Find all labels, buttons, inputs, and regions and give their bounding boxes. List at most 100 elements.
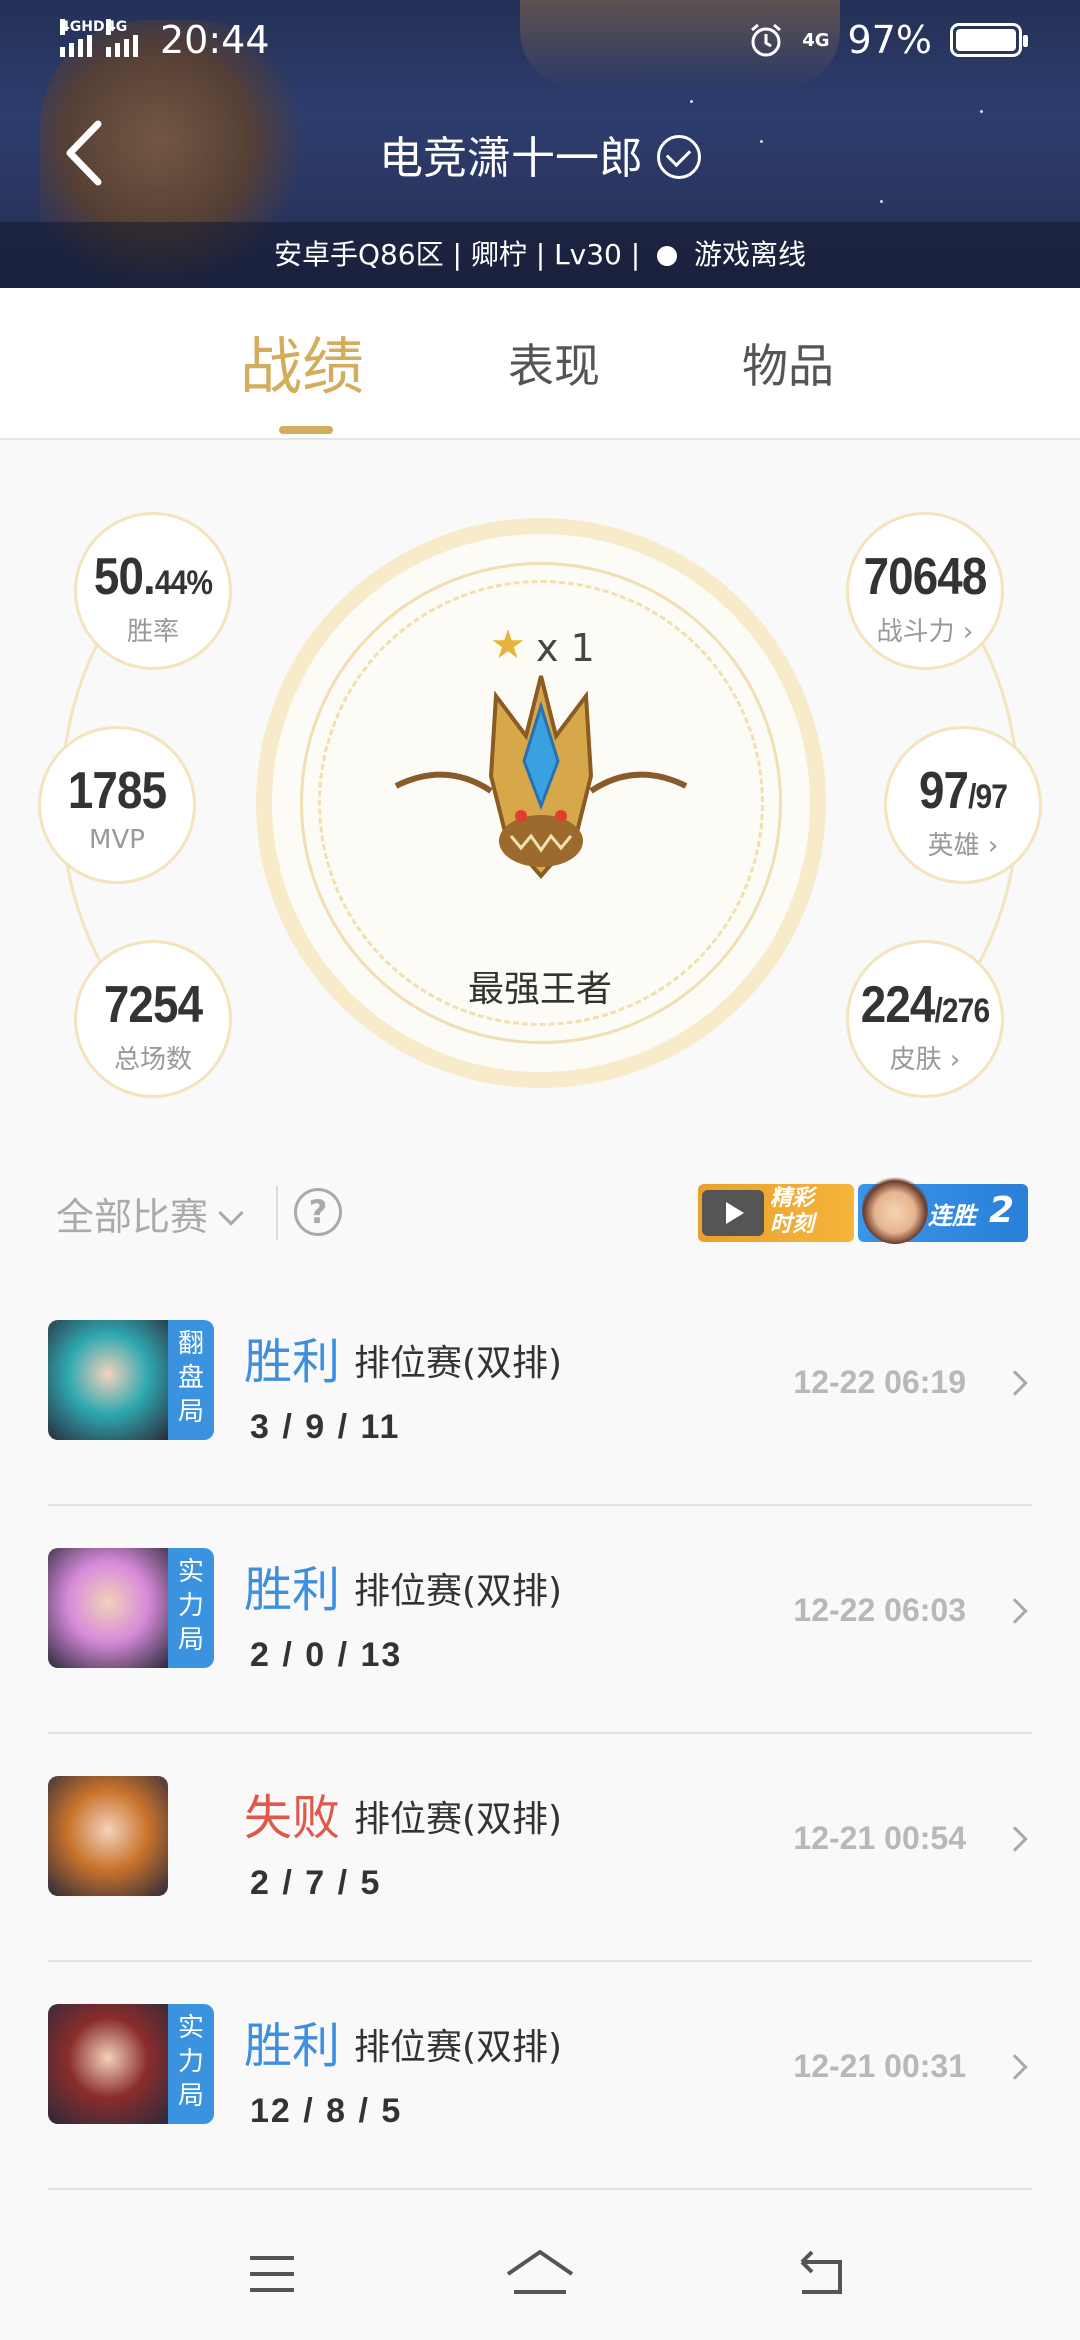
network-type-label: 4G bbox=[802, 29, 830, 51]
total-games-label: 总场数 bbox=[113, 1045, 192, 1075]
highlight-moments-button[interactable]: 精彩 时刻 bbox=[698, 1184, 854, 1242]
heroes-total: /97 bbox=[968, 778, 1008, 816]
skins-value: 224 bbox=[860, 976, 936, 1034]
match-result: 失败 bbox=[244, 1790, 341, 1846]
tab-indicator bbox=[279, 426, 333, 434]
match-tag-char: 局 bbox=[177, 1397, 204, 1427]
highlight-line1: 精彩 bbox=[770, 1186, 815, 1211]
king-rank-emblem-icon bbox=[394, 675, 688, 880]
match-tag-char: 实 bbox=[177, 2013, 204, 2043]
network-type-label: 4GHD bbox=[60, 19, 105, 35]
match-time: 12-21 00:31 bbox=[793, 2048, 966, 2084]
chevron-right-icon bbox=[1002, 1826, 1028, 1852]
match-row[interactable]: 失败 排位赛(双排) 2 / 7 / 5 12-21 00:54 bbox=[48, 1734, 1032, 1962]
total-games-value: 7254 bbox=[103, 976, 203, 1034]
chevron-right-icon bbox=[1002, 2054, 1028, 2080]
online-status: 游戏离线 bbox=[694, 238, 807, 271]
chevron-down-icon bbox=[218, 1200, 244, 1226]
match-mode: 排位赛(双排) bbox=[354, 1343, 563, 1384]
streak-count: 2 bbox=[988, 1190, 1014, 1231]
signal-icon: 4GHD bbox=[60, 19, 105, 57]
win-streak-badge[interactable]: 连胜 2 bbox=[858, 1174, 1028, 1244]
hero-portrait bbox=[48, 1776, 168, 1896]
tab-items[interactable]: 物品 bbox=[742, 330, 834, 396]
alarm-icon bbox=[751, 23, 782, 57]
player-name: 电竞潇十一郎 bbox=[379, 133, 643, 184]
streak-label: 连胜 bbox=[928, 1202, 976, 1230]
match-kda: 2 / 0 / 13 bbox=[250, 1636, 403, 1674]
hero-avatar bbox=[48, 1776, 168, 1896]
hero-avatar: 翻盘局 bbox=[48, 1320, 214, 1440]
match-row[interactable]: 实力局胜利 排位赛(双排) 2 / 0 / 13 12-22 06:03 bbox=[48, 1506, 1032, 1734]
match-tag-char: 实 bbox=[177, 1557, 204, 1587]
match-result: 胜利 bbox=[244, 1562, 341, 1618]
home-icon[interactable] bbox=[504, 2244, 576, 2304]
stat-win-rate: 50.44% 胜率 bbox=[74, 512, 232, 670]
match-tag: 实力局 bbox=[168, 2004, 214, 2124]
stat-heroes[interactable]: 97/97 英雄 › bbox=[884, 726, 1042, 884]
match-row[interactable]: 翻盘局胜利 排位赛(双排) 3 / 9 / 11 12-22 06:19 bbox=[48, 1278, 1032, 1506]
video-camera-icon bbox=[702, 1190, 764, 1236]
power-value: 70648 bbox=[863, 548, 988, 606]
page-title: 电竞潇十一郎 bbox=[0, 122, 1080, 186]
hero-portrait bbox=[48, 1548, 168, 1668]
rank-stars: x 1 bbox=[536, 626, 595, 670]
star-dot bbox=[880, 200, 883, 203]
skins-label: 皮肤 bbox=[889, 1045, 942, 1075]
network-type-label: 4G bbox=[106, 19, 128, 35]
match-result: 胜利 bbox=[244, 2018, 341, 2074]
signal-icon: 4G bbox=[106, 19, 138, 57]
mvp-label: MVP bbox=[89, 825, 145, 855]
match-tag: 翻盘局 bbox=[168, 1320, 214, 1440]
stat-power[interactable]: 70648 战斗力 › bbox=[846, 512, 1004, 670]
match-tag-char: 盘 bbox=[177, 1363, 204, 1393]
match-filter-row: 全部比赛 ? 精彩 时刻 连胜 2 bbox=[0, 1174, 1080, 1250]
stat-total-games: 7254 总场数 bbox=[74, 940, 232, 1098]
player-server-info: 安卓手Q86区 | 卿柠 | Lv30 | bbox=[273, 238, 641, 271]
win-rate-label: 胜率 bbox=[126, 617, 179, 647]
star-dot bbox=[980, 110, 983, 113]
tab-record[interactable]: 战绩 bbox=[240, 316, 364, 406]
stat-skins[interactable]: 224/276 皮肤 › bbox=[846, 940, 1004, 1098]
menu-icon[interactable] bbox=[242, 2244, 302, 2304]
match-tag-char: 局 bbox=[177, 1625, 204, 1655]
match-tag-char: 力 bbox=[177, 2047, 204, 2077]
highlight-line2: 时刻 bbox=[770, 1212, 815, 1237]
hero-portrait bbox=[48, 2004, 168, 2124]
battery-percent: 97% bbox=[847, 18, 932, 62]
match-type-label: 全部比赛 bbox=[56, 1195, 209, 1239]
chevron-right-icon bbox=[1002, 1370, 1028, 1396]
match-tag: 实力局 bbox=[168, 1548, 214, 1668]
match-time: 12-22 06:03 bbox=[793, 1592, 966, 1628]
star-dot bbox=[690, 100, 693, 103]
battery-icon bbox=[950, 23, 1028, 57]
match-row[interactable]: 实力局胜利 排位赛(双排) 12 / 8 / 5 12-21 00:31 bbox=[48, 1962, 1032, 2190]
divider bbox=[276, 1186, 278, 1240]
win-rate-value: 50. bbox=[93, 548, 156, 606]
match-kda: 3 / 9 / 11 bbox=[250, 1408, 401, 1446]
status-dot-icon bbox=[657, 246, 678, 266]
stat-mvp: 1785 MVP bbox=[38, 726, 196, 884]
match-result: 胜利 bbox=[244, 1334, 341, 1390]
mvp-value: 1785 bbox=[67, 762, 167, 820]
hero-avatar bbox=[862, 1174, 928, 1244]
system-nav-bar bbox=[0, 2200, 1080, 2340]
match-mode: 排位赛(双排) bbox=[354, 1799, 563, 1840]
player-info-bar: 安卓手Q86区 | 卿柠 | Lv30 | 游戏离线 bbox=[0, 222, 1080, 288]
win-rate-decimal: 44% bbox=[154, 564, 213, 602]
tab-performance[interactable]: 表现 bbox=[508, 330, 600, 396]
star-icon: ★ bbox=[490, 622, 526, 668]
return-icon[interactable] bbox=[790, 2244, 850, 2304]
hero-avatar: 实力局 bbox=[48, 1548, 214, 1668]
match-type-dropdown[interactable]: 全部比赛 bbox=[56, 1186, 244, 1241]
match-kda: 2 / 7 / 5 bbox=[250, 1864, 382, 1902]
heroes-label: 英雄 bbox=[927, 831, 980, 861]
check-circle-icon[interactable] bbox=[657, 135, 701, 179]
stats-panel: ★ x 1 最强王者 50.44% 胜率 1785 MVP 7254 总场数 7… bbox=[0, 440, 1080, 1120]
match-tag-char: 翻 bbox=[177, 1329, 204, 1359]
match-mode: 排位赛(双排) bbox=[354, 1571, 563, 1612]
clock: 20:44 bbox=[160, 18, 270, 62]
skins-total: /276 bbox=[934, 992, 990, 1030]
question-circle-icon[interactable]: ? bbox=[294, 1188, 342, 1236]
match-tag-char: 力 bbox=[177, 1591, 204, 1621]
